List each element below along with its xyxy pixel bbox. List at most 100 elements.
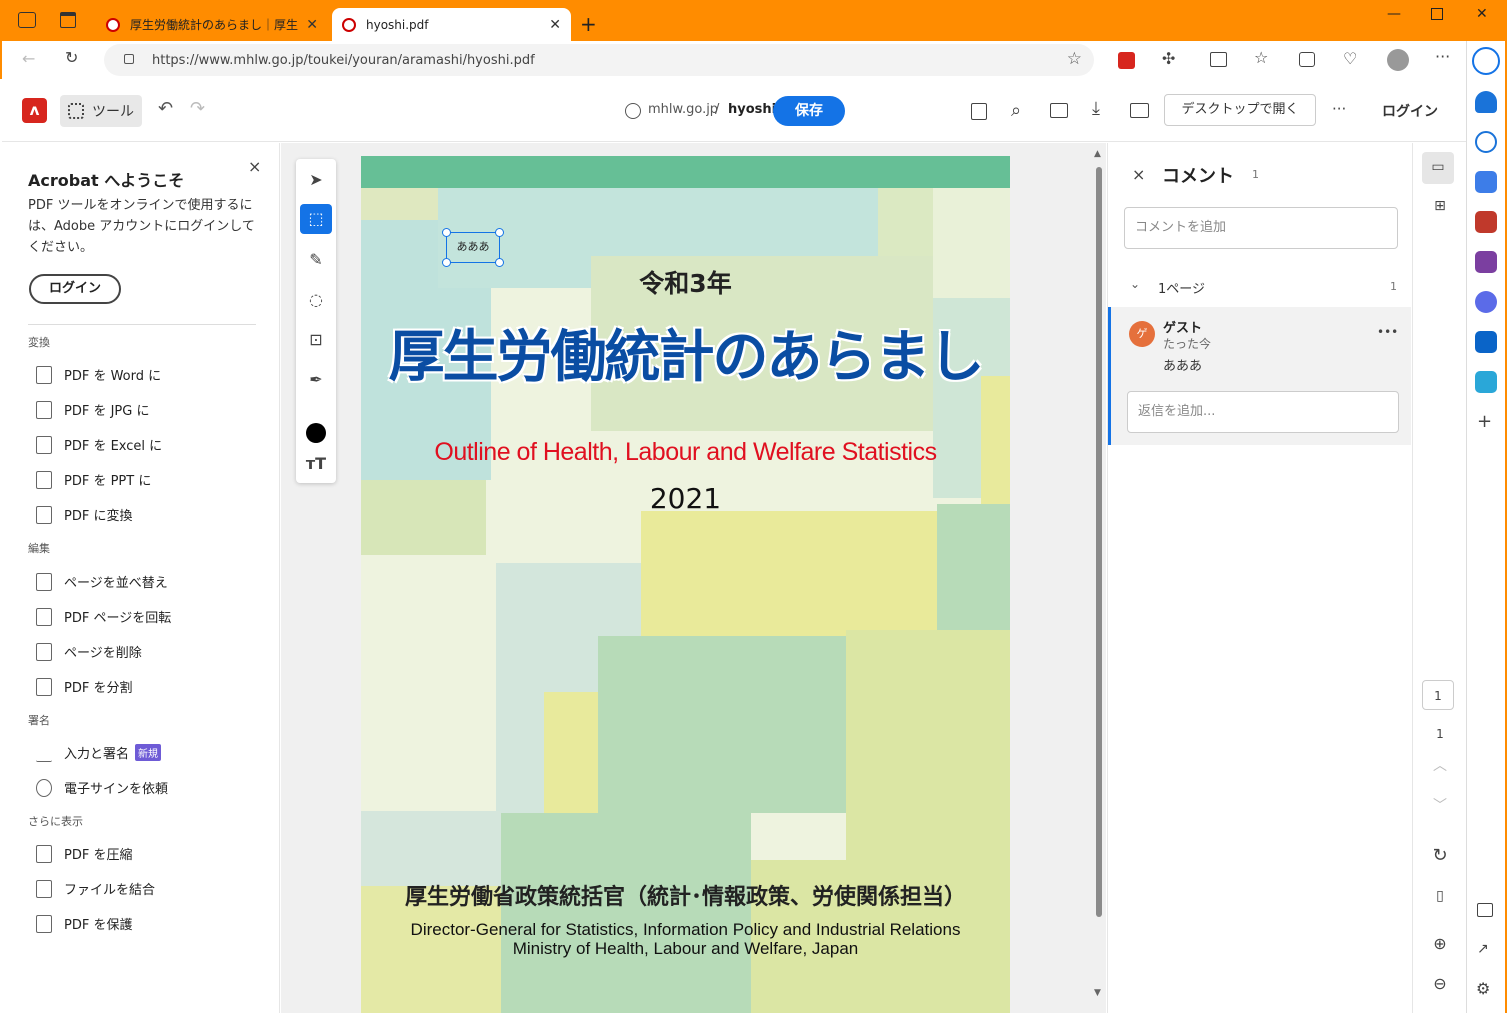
comment-annotation-box[interactable]: あああ [442,228,504,267]
tab-aramashi[interactable]: 厚生労働統計のあらまし｜厚生労働省 ✕ [96,8,328,41]
select-cursor-icon[interactable]: ➤ [300,165,332,195]
maximize-icon[interactable] [1431,8,1443,20]
shopping-icon[interactable] [1475,171,1497,193]
address-bar[interactable]: https://www.mhlw.go.jp/toukei/youran/ara… [104,44,1094,76]
more-options-icon[interactable]: ··· [1332,100,1346,118]
login-link[interactable]: ログイン [1382,101,1438,121]
add-sidebar-app-icon[interactable]: + [1477,411,1492,432]
undo-icon[interactable]: ↶ [158,98,173,119]
redo-icon[interactable]: ↷ [190,98,205,119]
add-comment-input[interactable]: コメントを追加 [1124,207,1398,249]
add-text-box-icon[interactable]: ⊡ [300,325,332,355]
minimize-icon[interactable]: — [1387,6,1401,22]
tool-protect-pdf[interactable]: PDF を保護 [36,914,132,933]
tool-pdf-to-jpg[interactable]: PDF を JPG に [36,400,149,419]
page-group-label[interactable]: 1ページ [1158,278,1205,297]
page-fit-icon[interactable]: ▯ [1425,881,1455,911]
close-tab-icon[interactable]: ✕ [541,17,561,33]
tool-convert-to-pdf[interactable]: PDF に変換 [36,505,132,524]
profile-avatar[interactable] [1387,49,1409,71]
tools-icon[interactable] [1475,211,1497,233]
games-icon[interactable] [1475,251,1497,273]
split-screen-icon[interactable] [1210,52,1227,67]
comment-card[interactable]: ゲ ゲスト たった今 あああ ••• 返信を追加... [1108,307,1411,445]
tool-rotate-pages[interactable]: PDF ページを回転 [36,607,171,626]
tool-delete-pages[interactable]: ページを削除 [36,642,142,661]
color-picker-icon[interactable] [300,417,332,447]
resize-handle[interactable] [495,228,504,237]
tool-pdf-to-word[interactable]: PDF を Word に [36,365,161,384]
print-icon[interactable] [1130,103,1149,118]
draw-freehand-icon[interactable]: ◌ [300,285,332,315]
tool-combine-files[interactable]: ファイルを結合 [36,879,155,898]
tab-actions-icon[interactable] [60,12,76,28]
previous-page-icon[interactable]: ︿ [1425,751,1455,781]
tab-hyoshi[interactable]: hyoshi.pdf ✕ [332,8,571,41]
vertical-scrollbar[interactable] [1096,167,1102,917]
tools-button[interactable]: ツール [60,95,142,127]
drop-icon[interactable] [1475,371,1497,393]
favorites-icon[interactable]: ☆ [1254,48,1268,67]
browser-essentials-icon[interactable]: ♡ [1343,49,1357,68]
tool-split-pdf[interactable]: PDF を分割 [36,677,132,696]
tool-request-esign[interactable]: 電子サインを依頼 [36,778,168,797]
tool-fill-and-sign[interactable]: 入力と署名 新規 [36,743,162,762]
back-icon[interactable]: ← [22,49,35,68]
window-close-icon[interactable]: ✕ [1476,6,1488,22]
search-icon[interactable]: ⌕ [1011,100,1021,121]
delete-page-icon [36,642,52,661]
page-number-box[interactable]: 1 [1422,680,1454,710]
comments-panel-icon[interactable]: ▭ [1422,152,1454,184]
tool-pdf-to-excel[interactable]: PDF を Excel に [36,435,162,454]
sign-pen-icon[interactable]: ✒ [300,365,332,395]
refresh-icon[interactable]: ↻ [65,48,78,67]
comment-more-icon[interactable]: ••• [1377,325,1398,339]
scroll-up-arrow-icon[interactable]: ▲ [1094,149,1101,159]
tool-label: PDF を Word に [64,369,162,384]
favorite-star-icon[interactable]: ☆ [1067,49,1082,69]
cover-block [598,636,846,813]
close-comments-icon[interactable]: × [1132,165,1145,184]
zoom-in-icon[interactable]: ⊕ [1425,929,1455,959]
panel-login-button[interactable]: ログイン [29,274,121,304]
download-icon[interactable]: ⤓ [1092,98,1100,119]
comment-body: あああ [1163,359,1203,374]
copilot-icon[interactable] [1472,47,1500,75]
tool-compress-pdf[interactable]: PDF を圧縮 [36,844,132,863]
outlook-icon[interactable] [1475,331,1497,353]
extensions-icon[interactable]: ✣ [1162,49,1175,68]
open-in-desktop-button[interactable]: デスクトップで開く [1164,94,1316,126]
search-icon[interactable] [1475,131,1497,153]
resize-handle[interactable] [442,228,451,237]
collections-icon[interactable] [1299,52,1315,67]
tool-reorder-pages[interactable]: ページを並べ替え [36,572,168,591]
reply-input[interactable]: 返信を追加... [1127,391,1399,433]
acrobat-extension-icon[interactable] [1118,52,1135,69]
comments-panel: × コメント 1 コメントを追加 ⌄ 1ページ 1 ゲ ゲスト たった今 あああ… [1107,143,1412,1013]
zoom-out-icon[interactable]: ⊖ [1425,969,1455,999]
hide-sidebar-icon[interactable] [1477,903,1493,917]
workspaces-icon[interactable] [18,12,36,28]
tool-pdf-to-ppt[interactable]: PDF を PPT に [36,470,151,489]
close-panel-icon[interactable]: × [248,157,261,176]
settings-more-icon[interactable]: ··· [1435,47,1450,66]
apps-grid-icon[interactable]: ⊞ [1425,191,1455,221]
close-tab-icon[interactable]: ✕ [298,17,318,33]
next-page-icon[interactable]: ﹀ [1425,791,1455,821]
page-thumbnails-icon[interactable] [971,103,987,120]
cover-block [641,511,937,636]
chevron-down-icon[interactable]: ⌄ [1130,277,1140,291]
rotate-icon[interactable]: ↻ [1425,841,1455,871]
highlight-pen-icon[interactable]: ✎ [300,245,332,275]
new-tab-icon[interactable]: + [580,12,597,36]
text-size-icon[interactable]: ᴛT [300,449,332,479]
add-comment-tool-icon[interactable]: ⬚ [300,204,332,234]
microsoft-365-icon[interactable] [1475,291,1497,313]
notifications-icon[interactable] [1475,91,1497,113]
fill-sign-icon[interactable] [1050,103,1068,118]
settings-gear-icon[interactable]: ⚙ [1476,979,1490,998]
external-link-icon[interactable]: ↗ [1477,941,1489,957]
scroll-down-arrow-icon[interactable]: ▼ [1094,988,1101,998]
save-button[interactable]: 保存 [773,96,845,126]
page-group-count: 1 [1390,280,1397,293]
